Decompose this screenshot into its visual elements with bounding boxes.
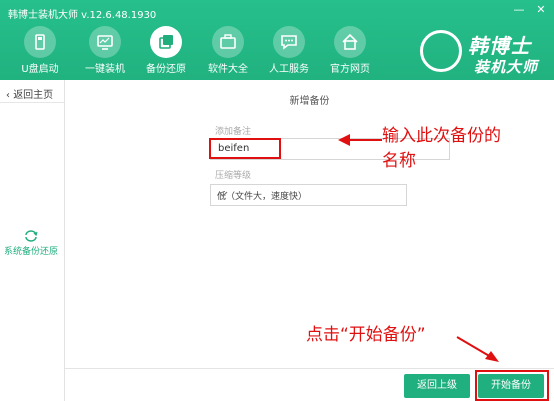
nav-item-software[interactable]: 软件大全 [198, 26, 258, 76]
back-home-label: 返回主页 [13, 90, 54, 101]
compression-label: 压缩等级 [215, 171, 252, 181]
annotation-line1: 输入此次备份的 [382, 126, 501, 146]
footer-divider [65, 368, 554, 369]
chevron-down-icon [217, 188, 400, 203]
compression-select[interactable]: 低（文件大，速度快） [210, 184, 407, 206]
note-input-highlight [209, 138, 281, 159]
logo-line2: 装机大师 [474, 58, 539, 76]
logo-line1: 韩博士 [468, 34, 531, 58]
note-label: 添加备注 [215, 127, 252, 137]
briefcase-icon [212, 26, 244, 58]
nav-item-install[interactable]: 一键装机 [75, 26, 135, 76]
sidebar: ‹ 返回主页 系统备份还原 [0, 80, 65, 401]
annotation-arrow-icon [338, 134, 382, 146]
annotation-line2: 名称 [382, 151, 416, 171]
monitor-icon [89, 26, 121, 58]
annotation-arrow-icon [456, 336, 499, 362]
nav-label: 备份还原 [146, 64, 186, 75]
start-button-highlight [475, 370, 549, 401]
close-button[interactable]: ✕ [534, 4, 548, 16]
restore-icon [24, 230, 38, 245]
nav-label: 一键装机 [85, 64, 125, 75]
logo-mark-icon [420, 30, 462, 72]
back-button[interactable]: 返回上级 [404, 374, 470, 398]
usb-icon [24, 26, 56, 58]
nav-label: 人工服务 [269, 64, 309, 75]
backup-icon [150, 26, 182, 58]
divider [0, 102, 64, 103]
sidebar-item-backup-restore[interactable]: 系统备份还原 [4, 244, 58, 257]
nav-label: 软件大全 [208, 64, 248, 75]
nav-item-website[interactable]: 官方网页 [320, 26, 380, 76]
nav-label: U盘启动 [21, 64, 59, 75]
nav-label: 官方网页 [330, 64, 370, 75]
brand-logo: 韩博士 装机大师 [420, 26, 552, 82]
nav-item-service[interactable]: 人工服务 [259, 26, 319, 76]
minimize-button[interactable]: — [512, 4, 526, 16]
app-title: 韩博士装机大师 v.12.6.48.1930 [8, 10, 157, 21]
nav-item-usb[interactable]: U盘启动 [10, 26, 70, 76]
home-icon [334, 26, 366, 58]
form-title: 新增备份 [289, 96, 330, 107]
nav-item-backup[interactable]: 备份还原 [136, 26, 196, 76]
annotation-click-hint: 点击“开始备份” [306, 325, 426, 345]
annotation-text: 输入此次备份的 名称 [382, 124, 501, 174]
chat-icon [273, 26, 305, 58]
back-home-link[interactable]: ‹ 返回主页 [6, 86, 53, 101]
